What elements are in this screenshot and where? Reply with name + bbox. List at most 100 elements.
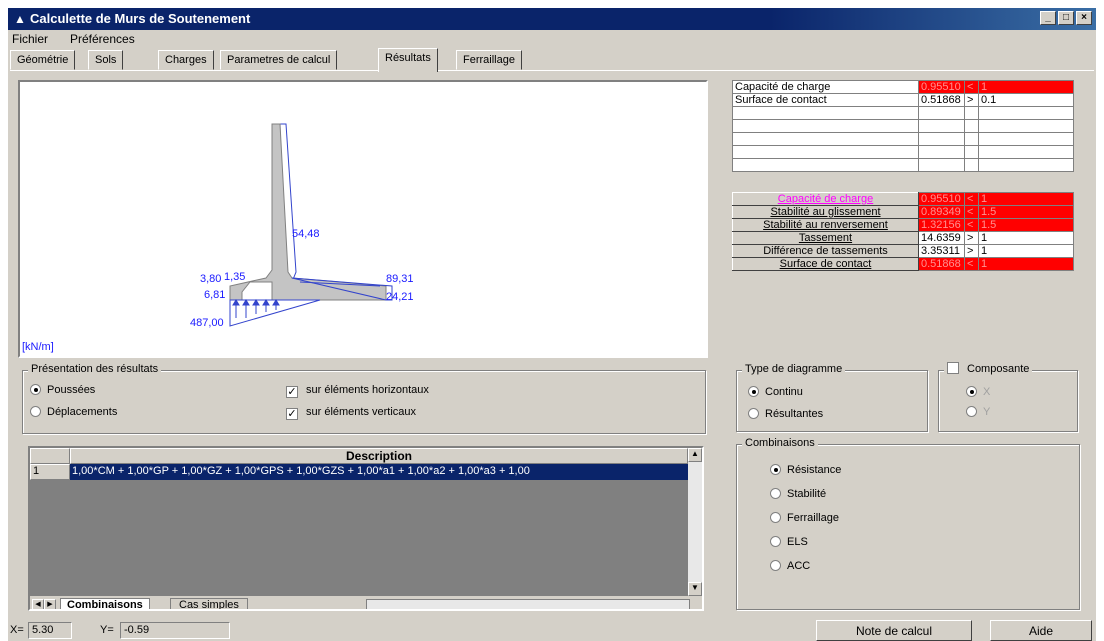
table-row[interactable]: Tassement 14.6359 > 1 [732,231,1074,245]
table-row[interactable]: Différence de tassements 3.35311 > 1 [732,244,1074,258]
check-button-renversement[interactable]: Stabilité au renversement [732,218,919,232]
tab-parametres[interactable]: Parametres de calcul [220,50,338,70]
check-limit: 1.5 [978,218,1074,232]
table-row[interactable]: Capacité de charge 0.95510 < 1 [732,192,1074,206]
diagram-svg: 54,48 3,80 1,35 89,31 6,81 24,21 487,00 … [22,123,414,353]
tab-first-icon[interactable]: ◀ [32,599,44,609]
radio-stabilite[interactable]: Stabilité [770,488,826,500]
tab-charges[interactable]: Charges [158,50,214,70]
menu-fichier[interactable]: Fichier [12,32,48,46]
grid-header-description[interactable]: Description [70,448,688,464]
check-button-difference[interactable]: Différence de tassements [732,244,919,258]
window-title: Calculette de Murs de Soutenement [30,11,251,26]
check-value: 14.6359 [918,231,965,245]
check-limit: 1 [978,257,1074,271]
radio-dot-on [30,384,41,395]
check-value: 1.32156 [918,218,965,232]
tab-sols[interactable]: Sols [88,50,124,70]
diagram-type-group [736,370,928,432]
radio-dot [30,406,41,417]
grid-row-index[interactable]: 1 [30,464,70,480]
radio-label: ACC [787,560,811,572]
radio-label: Y [983,406,991,418]
radio-dot [770,512,781,523]
check-button-tassement[interactable]: Tassement [732,231,919,245]
title-bar: ▲ Calculette de Murs de Soutenement _ □ … [8,8,1096,30]
label-toe-top: 89,31 [386,273,414,285]
tab-geometrie[interactable]: Géométrie [10,50,76,70]
description-grid[interactable]: Description 1 1,00*CM + 1,00*GP + 1,00*G… [28,446,704,611]
checkbox-label: sur éléments horizontaux [306,384,429,396]
radio-dot [770,560,781,571]
table-row[interactable]: Capacité de charge 0.95510 < 1 [732,80,1074,94]
grid-row-description[interactable]: 1,00*CM + 1,00*GP + 1,00*GZ + 1,00*GPS +… [70,464,688,480]
note-de-calcul-button[interactable]: Note de calcul [816,620,972,641]
table-row[interactable]: Stabilité au glissement 0.89349 < 1.5 [732,205,1074,219]
label-heel-top: 1,35 [224,271,245,283]
radio-label: Ferraillage [787,512,839,524]
combinaisons-title: Combinaisons [742,437,818,449]
radio-ferraillage[interactable]: Ferraillage [770,512,839,524]
table-row[interactable]: Stabilité au renversement 1.32156 < 1.5 [732,218,1074,232]
tab-resultats[interactable]: Résultats [378,48,438,72]
summary-limit: 0.1 [978,93,1074,107]
check-op: < [964,257,979,271]
composante-label: Composante [967,363,1030,375]
presentation-group [22,370,706,434]
check-value: 0.51868 [918,257,965,271]
checkbox-label: sur éléments verticaux [306,406,417,418]
checkbox-verticaux[interactable]: ✓ sur éléments verticaux [286,406,416,420]
summary-limit: 1 [978,80,1074,94]
presentation-title: Présentation des résultats [28,363,162,375]
radio-acc[interactable]: ACC [770,560,810,572]
radio-label: Continu [765,386,803,398]
grid-corner [30,448,70,464]
check-limit: 1 [978,192,1074,206]
composante-checkbox[interactable]: Composante [944,362,1033,375]
scroll-down-icon[interactable]: ▼ [688,582,702,596]
label-toe-bottom: 24,21 [386,291,414,303]
sheet-tab-combinaisons[interactable]: Combinaisons [60,598,150,609]
check-icon: ✓ [286,386,298,398]
grid-hscrollbar[interactable] [366,599,690,609]
radio-dot-on [748,386,759,397]
scroll-up-icon[interactable]: ▲ [688,448,702,462]
tab-ferraillage[interactable]: Ferraillage [456,50,522,70]
check-value: 0.95510 [918,192,965,206]
radio-label: ELS [787,536,808,548]
grid-vscrollbar[interactable]: ▲ ▼ [688,448,702,596]
maximize-button[interactable]: □ [1058,11,1074,25]
radio-deplacements[interactable]: Déplacements [30,406,117,418]
check-limit: 1 [978,244,1074,258]
radio-continu[interactable]: Continu [748,386,803,398]
x-label: X= [10,624,24,636]
summary-label: Capacité de charge [732,80,919,94]
check-button-capacite[interactable]: Capacité de charge [732,192,919,206]
table-row[interactable]: Surface de contact 0.51868 < 1 [732,257,1074,271]
checkbox-horizontaux[interactable]: ✓ sur éléments horizontaux [286,384,429,398]
close-button[interactable]: × [1076,11,1092,25]
summary-label: Surface de contact [732,93,919,107]
wall-diagram[interactable]: 54,48 3,80 1,35 89,31 6,81 24,21 487,00 … [18,80,708,358]
summary-op: < [964,80,979,94]
check-limit: 1 [978,231,1074,245]
sheet-tab-cas-simples[interactable]: Cas simples [170,598,248,609]
check-button-glissement[interactable]: Stabilité au glissement [732,205,919,219]
minimize-button[interactable]: _ [1040,11,1056,25]
radio-resultantes[interactable]: Résultantes [748,408,823,420]
radio-resistance[interactable]: Résistance [770,464,841,476]
status-bar: X= 5.30 Y= -0.59 Note de calcul Aide [8,620,1096,641]
radio-dot-on [966,386,977,397]
tab-next-icon[interactable]: ▶ [44,599,56,609]
check-button-surface[interactable]: Surface de contact [732,257,919,271]
menu-preferences[interactable]: Préférences [70,32,135,46]
radio-label: Poussées [47,384,96,396]
radio-els[interactable]: ELS [770,536,808,548]
checkbox-empty [947,362,959,374]
check-value: 3.35311 [918,244,965,258]
aide-button[interactable]: Aide [990,620,1092,641]
table-row[interactable]: Surface de contact 0.51868 > 0.1 [732,93,1074,107]
radio-poussees[interactable]: Poussées [30,384,95,396]
composante-group [938,370,1078,432]
radio-y: Y [966,406,990,418]
